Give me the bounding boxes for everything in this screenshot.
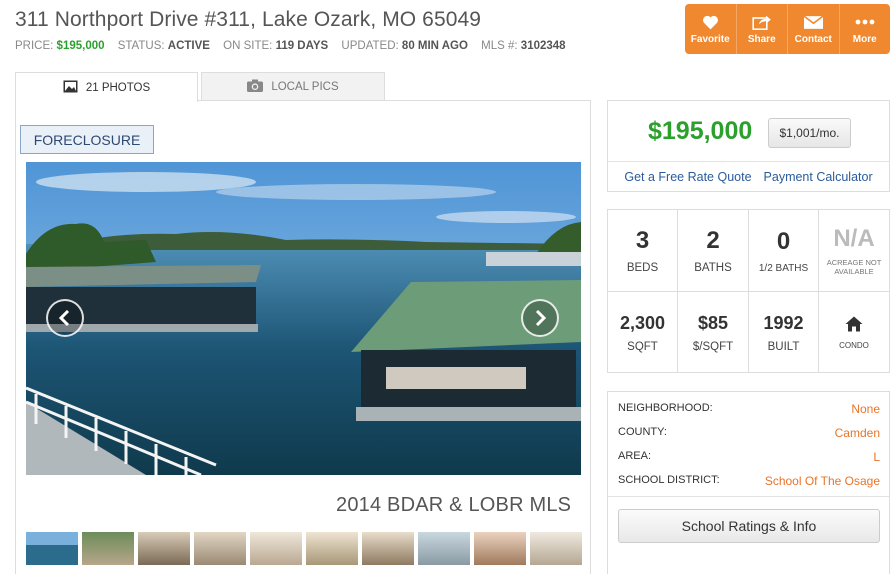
status-label: STATUS: xyxy=(117,40,165,52)
fact-label: BUILT xyxy=(767,340,800,353)
property-facts: 3 BEDS 2 BATHS 0 1/2 BATHS N/A ACREAGE N… xyxy=(607,209,890,373)
fact-value: 0 xyxy=(776,227,791,255)
fact-baths: 2 BATHS xyxy=(678,210,749,292)
fact-value: 2,300 xyxy=(619,312,666,333)
listing-title: 311 Northport Drive #311, Lake Ozark, MO… xyxy=(15,8,482,31)
detail-row-area: AREA: L xyxy=(618,450,880,464)
ellipsis-icon xyxy=(855,13,875,31)
fact-label: ACREAGE NOT AVAILABLE xyxy=(826,258,882,276)
property-details: NEIGHBORHOOD: None COUNTY: Camden AREA: … xyxy=(607,391,890,574)
chevron-right-icon xyxy=(535,310,546,326)
detail-row-county: COUNTY: Camden xyxy=(618,426,880,440)
big-price: $195,000 xyxy=(648,117,753,145)
prev-photo-button[interactable] xyxy=(46,299,84,337)
image-icon xyxy=(63,80,78,96)
price-value: $195,000 xyxy=(56,40,105,52)
detail-value[interactable]: None xyxy=(851,402,880,416)
detail-row-school-district: SCHOOL DISTRICT: School Of The Osage xyxy=(618,474,880,488)
fact-half-baths: 0 1/2 BATHS xyxy=(749,210,819,292)
rate-quote-link[interactable]: Get a Free Rate Quote xyxy=(624,170,751,184)
status-value: ACTIVE xyxy=(167,40,210,52)
thumbnail[interactable] xyxy=(82,532,134,565)
fact-label: CONDO xyxy=(839,340,869,350)
tab-local-pics[interactable]: LOCAL PICS xyxy=(201,72,385,101)
thumbnail[interactable] xyxy=(530,532,582,565)
favorite-button[interactable]: Favorite xyxy=(685,4,737,54)
mls-value: 3102348 xyxy=(520,40,566,52)
thumbnail[interactable] xyxy=(138,532,190,565)
detail-value[interactable]: Camden xyxy=(835,426,880,440)
fact-beds: 3 BEDS xyxy=(608,210,678,292)
share-icon xyxy=(752,13,772,31)
onsite-value: 119 DAYS xyxy=(275,40,329,52)
fact-value: $85 xyxy=(697,312,729,333)
tab-photos-label: 21 PHOTOS xyxy=(85,81,151,94)
monthly-payment-button[interactable]: $1,001/mo. xyxy=(768,118,851,148)
price-box: $195,000 $1,001/mo. Get a Free Rate Quot… xyxy=(607,100,890,192)
fact-value: 2 xyxy=(706,227,720,254)
detail-row-neighborhood: NEIGHBORHOOD: None xyxy=(618,402,880,416)
divider xyxy=(608,496,889,497)
thumbnail[interactable] xyxy=(418,532,470,565)
foreclosure-badge: FORECLOSURE xyxy=(20,125,154,154)
thumbnail[interactable] xyxy=(306,532,358,565)
detail-value[interactable]: L xyxy=(873,450,880,464)
fact-label: SQFT xyxy=(627,340,658,353)
thumbnail[interactable] xyxy=(194,532,246,565)
more-button[interactable]: More xyxy=(840,4,891,54)
price-label: PRICE: xyxy=(15,40,54,52)
fact-label: BEDS xyxy=(626,262,659,274)
tab-local-pics-label: LOCAL PICS xyxy=(271,81,339,93)
updated-value: 80 MIN AGO xyxy=(401,40,468,52)
camera-icon xyxy=(247,79,264,95)
detail-key: COUNTY: xyxy=(618,426,667,438)
chevron-left-icon xyxy=(59,310,70,326)
envelope-icon xyxy=(803,13,823,31)
detail-key: AREA: xyxy=(618,450,652,462)
fact-property-type: CONDO xyxy=(819,292,889,373)
home-icon xyxy=(845,316,863,337)
detail-key: SCHOOL DISTRICT: xyxy=(618,474,720,486)
thumbnail-strip xyxy=(26,532,582,565)
next-photo-button[interactable] xyxy=(521,299,559,337)
school-ratings-button[interactable]: School Ratings & Info xyxy=(618,509,880,543)
heart-icon xyxy=(702,13,719,31)
mls-label: MLS #: xyxy=(481,40,518,52)
updated-label: UPDATED: xyxy=(341,40,399,52)
action-bar: Favorite Share Contact More xyxy=(685,4,890,54)
fact-value: 1992 xyxy=(763,312,804,333)
price-links: Get a Free Rate Quote Payment Calculator xyxy=(608,161,889,192)
fact-label: BATHS xyxy=(694,262,732,274)
contact-button[interactable]: Contact xyxy=(788,4,840,54)
main-photo[interactable] xyxy=(26,162,581,475)
payment-calculator-link[interactable]: Payment Calculator xyxy=(764,170,873,184)
fact-label: $/SQFT xyxy=(692,340,734,353)
thumbnail[interactable] xyxy=(250,532,302,565)
fact-acreage: N/A ACREAGE NOT AVAILABLE xyxy=(819,210,889,292)
fact-value: 3 xyxy=(635,227,650,254)
share-button[interactable]: Share xyxy=(737,4,788,54)
tab-photos[interactable]: 21 PHOTOS xyxy=(15,72,198,102)
fact-sqft: 2,300 SQFT xyxy=(608,292,678,373)
photo-panel: FORECLOSURE 2014 BDAR & LOBR MLS xyxy=(15,100,591,574)
fact-price-per-sqft: $85 $/SQFT xyxy=(678,292,749,373)
more-label: More xyxy=(852,34,877,45)
fact-value: N/A xyxy=(833,225,875,252)
thumbnail[interactable] xyxy=(26,532,78,565)
thumbnail[interactable] xyxy=(474,532,526,565)
detail-value[interactable]: School Of The Osage xyxy=(765,474,880,488)
share-label: Share xyxy=(747,34,776,45)
contact-label: Contact xyxy=(794,34,832,45)
favorite-label: Favorite xyxy=(690,34,730,45)
detail-key: NEIGHBORHOOD: xyxy=(618,402,713,414)
onsite-label: ON SITE: xyxy=(223,40,273,52)
listing-meta: PRICE: $195,000 STATUS: ACTIVE ON SITE: … xyxy=(15,40,576,52)
photo-watermark: 2014 BDAR & LOBR MLS xyxy=(336,494,572,516)
thumbnail[interactable] xyxy=(362,532,414,565)
fact-label: 1/2 BATHS xyxy=(758,262,809,274)
fact-year-built: 1992 BUILT xyxy=(749,292,819,373)
